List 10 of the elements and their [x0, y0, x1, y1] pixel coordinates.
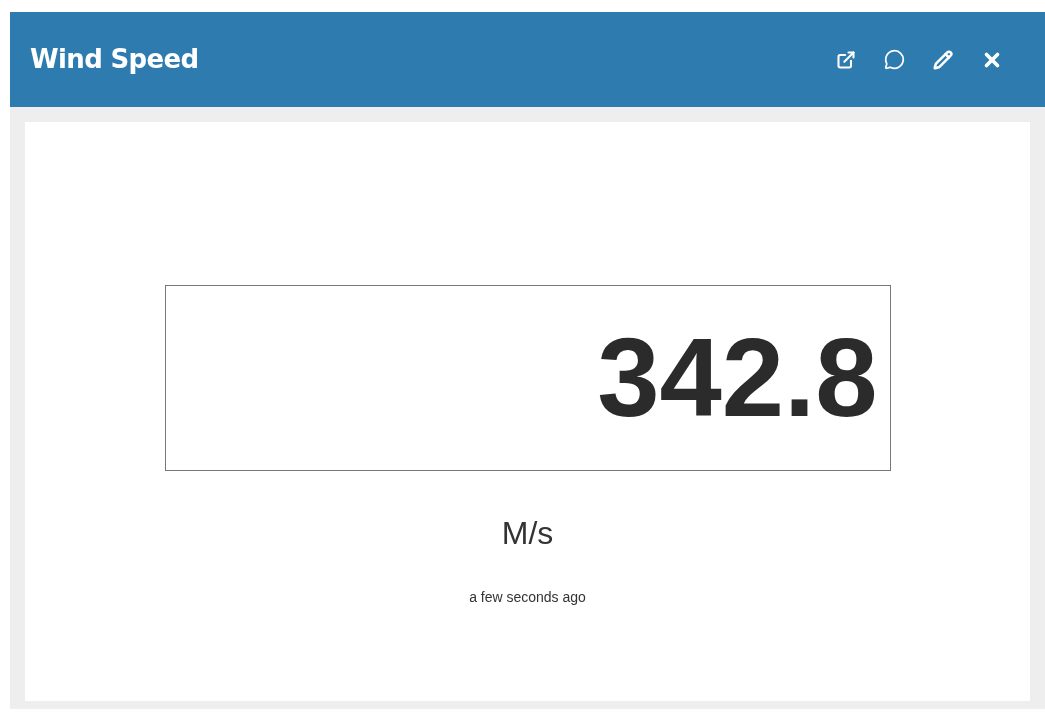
external-link-icon [836, 49, 856, 70]
panel-title: Wind Speed [30, 43, 199, 76]
external-link-button[interactable] [836, 49, 856, 70]
value-text: 342.8 [597, 322, 878, 434]
unit-label: M/s [501, 514, 554, 553]
updated-time: a few seconds ago [469, 588, 586, 607]
edit-button[interactable] [933, 49, 953, 70]
pencil-icon [933, 49, 953, 70]
comment-button[interactable] [884, 49, 905, 70]
speech-bubble-icon [884, 49, 905, 70]
